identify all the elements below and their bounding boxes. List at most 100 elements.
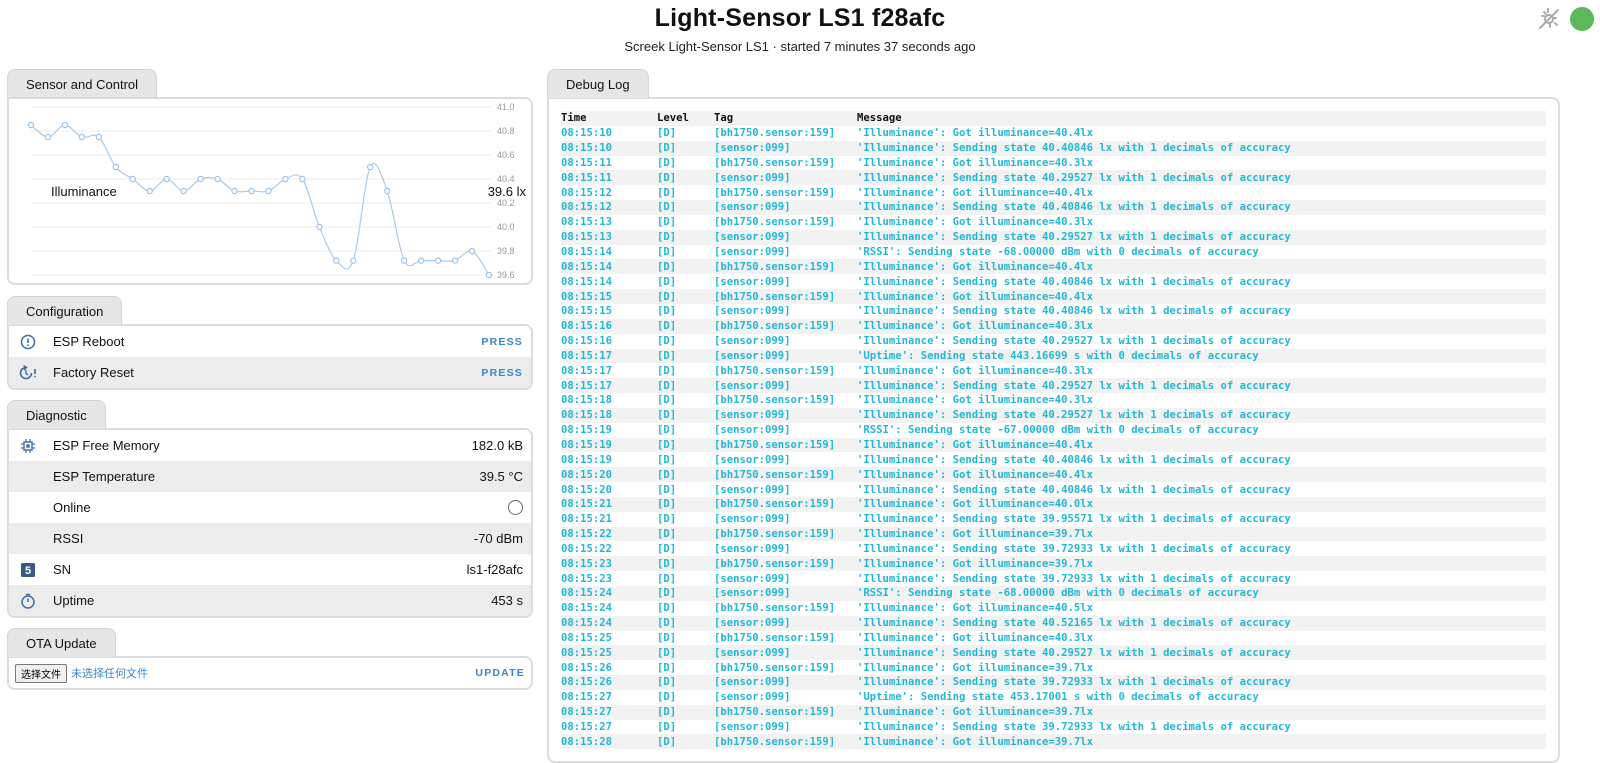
diagnostic-card: Diagnostic ESP Free Memory 182.0 kB ESP …: [7, 400, 533, 618]
illuminance-data-point: [282, 175, 289, 183]
log-tag: [sensor:099]: [714, 305, 791, 318]
log-row: 08:15:22 [D] [sensor:099] 'Illuminance': Se…: [561, 541, 1546, 556]
log-row: 08:15:17 [D] [sensor:099] 'Illuminance': Se…: [561, 378, 1546, 394]
log-row: 08:15:12 [D] [sensor:099] 'Illuminance': Se…: [561, 200, 1546, 215]
log-message: 'Illuminance': Sending state 39.72933 lx…: [857, 542, 1291, 555]
illuminance-data-point: [299, 175, 306, 183]
log-row: 08:15:13 [D] [bh1750.sensor:159] 'Illuminan…: [561, 215, 1546, 230]
log-tag: [sensor:099]: [714, 691, 791, 704]
log-tag: [sensor:099]: [714, 453, 791, 466]
log-row: 08:15:19 [D] [sensor:099] 'RSSI': Sending s…: [561, 423, 1546, 438]
diag-label: Online: [53, 500, 91, 515]
tab-sensor-and-control: Sensor and Control: [7, 69, 158, 98]
diag-row-online[interactable]: Online: [9, 492, 531, 523]
chart-y-tick-label: 39.6: [497, 270, 515, 280]
diag-row-esp-temperature[interactable]: ESP Temperature 39.5 °C: [9, 461, 531, 492]
log-level: [D]: [657, 706, 677, 719]
illuminance-data-point: [333, 257, 340, 264]
log-time: 08:15:25: [561, 646, 613, 659]
log-message: 'Illuminance': Got illuminance=40.3lx: [857, 156, 1093, 169]
log-row: 08:15:21 [D] [bh1750.sensor:159] 'Illuminan…: [561, 496, 1546, 512]
log-level: [D]: [657, 513, 677, 526]
log-time: 08:15:11: [561, 171, 613, 184]
log-level: [D]: [657, 216, 677, 229]
diag-row-uptime[interactable]: Uptime 453 s: [9, 585, 531, 616]
log-time: 08:15:22: [561, 528, 613, 541]
diag-label: Uptime: [53, 593, 95, 608]
diag-label: ESP Free Memory: [53, 438, 160, 453]
tab-diagnostic: Diagnostic: [7, 400, 106, 429]
illuminance-data-point: [163, 175, 170, 183]
log-level: [D]: [657, 246, 677, 259]
log-tag: [bh1750.sensor:159]: [714, 364, 836, 377]
log-level: [D]: [657, 721, 677, 734]
log-level: [D]: [657, 379, 677, 392]
log-row: 08:15:15 [D] [bh1750.sensor:159] 'Illuminan…: [561, 289, 1546, 304]
connection-status-dot: [1570, 7, 1594, 31]
log-time: 08:15:24: [561, 587, 613, 600]
diag-row-sn[interactable]: 5 SN ls1-f28afc: [9, 554, 531, 585]
log-row: 08:15:19 [D] [bh1750.sensor:159] 'Illuminan…: [561, 437, 1546, 453]
illuminance-data-point: [129, 175, 136, 183]
log-message: 'Illuminance': Sending state 40.29527 lx…: [857, 409, 1291, 422]
log-time: 08:15:10: [561, 142, 613, 155]
log-time: 08:15:12: [561, 201, 613, 214]
log-tag: [bh1750.sensor:159]: [714, 528, 836, 541]
log-level: [D]: [657, 617, 677, 630]
log-level: [D]: [657, 335, 677, 348]
log-message: 'Illuminance': Got illuminance=40.3lx: [857, 320, 1093, 333]
esp-reboot-press-button[interactable]: PRESS: [481, 336, 523, 348]
log-level: [D]: [657, 542, 677, 555]
log-message: 'Illuminance': Sending state 40.52165 lx…: [857, 617, 1291, 630]
log-time: 08:15:15: [561, 305, 613, 318]
illuminance-data-point: [384, 187, 391, 195]
log-message: 'Uptime': Sending state 443.16699 s with…: [857, 349, 1259, 362]
color-scheme-icon[interactable]: [1536, 6, 1562, 32]
log-tag: [sensor:099]: [714, 275, 791, 288]
log-level: [D]: [657, 349, 677, 362]
log-message: 'RSSI': Sending state -68.00000 dBm with…: [857, 246, 1259, 259]
choose-file-button[interactable]: 选择文件: [15, 663, 67, 683]
illuminance-data-point: [95, 133, 103, 141]
log-level: [D]: [657, 409, 677, 422]
log-level: [D]: [657, 602, 677, 615]
log-level: [D]: [657, 438, 677, 451]
log-message: 'Illuminance': Sending state 40.40846 lx…: [857, 142, 1291, 155]
log-level: [D]: [657, 557, 677, 570]
log-time: 08:15:15: [561, 290, 613, 303]
log-time: 08:15:27: [561, 706, 613, 719]
page-header: Light-Sensor LS1 f28afc Screek Light-Sen…: [0, 0, 1600, 60]
log-time: 08:15:12: [561, 186, 613, 199]
chart-y-tick-label: 40.4: [497, 174, 515, 184]
log-tag: [bh1750.sensor:159]: [714, 735, 836, 748]
log-message: 'Illuminance': Got illuminance=40.3lx: [857, 364, 1093, 377]
log-col-time: Time: [561, 112, 587, 125]
tab-configuration: Configuration: [7, 296, 123, 325]
config-label: Factory Reset: [53, 365, 134, 380]
diag-row-rssi[interactable]: RSSI -70 dBm: [9, 523, 531, 554]
log-tag: [sensor:099]: [714, 201, 791, 214]
log-message: 'Illuminance': Got illuminance=39.7lx: [857, 557, 1093, 570]
diag-label: RSSI: [53, 531, 84, 546]
diag-label: SN: [53, 562, 72, 577]
log-tag: [sensor:099]: [714, 409, 791, 422]
tab-ota-update: OTA Update: [7, 628, 116, 657]
diag-row-free-memory[interactable]: ESP Free Memory 182.0 kB: [9, 430, 531, 461]
log-level: [D]: [657, 231, 677, 244]
illuminance-data-point: [146, 187, 153, 195]
log-tag: [sensor:099]: [714, 246, 791, 259]
ota-update-card: OTA Update 选择文件 未选择任何文件 UPDATE: [7, 628, 533, 690]
log-level: [D]: [657, 394, 677, 407]
log-time: 08:15:14: [561, 275, 613, 288]
debug-log-panel[interactable]: Time Level Tag Message 08:15:10 [D] [bh175…: [547, 97, 1560, 763]
log-message: 'Illuminance': Sending state 39.95571 lx…: [857, 513, 1291, 526]
log-message: 'Illuminance': Got illuminance=39.7lx: [857, 661, 1093, 674]
update-button[interactable]: UPDATE: [475, 667, 525, 679]
factory-reset-press-button[interactable]: PRESS: [481, 367, 523, 379]
log-row: 08:15:23 [D] [sensor:099] 'Illuminance': Se…: [561, 571, 1546, 586]
log-message: 'Uptime': Sending state 453.17001 s with…: [857, 691, 1259, 704]
log-tag: [sensor:099]: [714, 587, 791, 600]
log-level: [D]: [657, 142, 677, 155]
log-time: 08:15:17: [561, 349, 613, 362]
log-message: 'Illuminance': Got illuminance=39.7lx: [857, 528, 1093, 541]
